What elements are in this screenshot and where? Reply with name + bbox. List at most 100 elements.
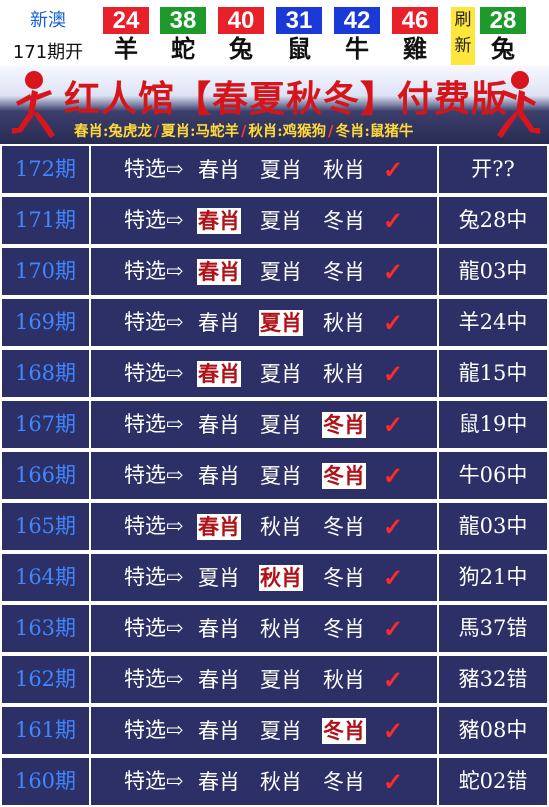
check-icon: ✓	[383, 461, 404, 490]
result-label: 羊24中	[458, 310, 528, 334]
pick-lead: 特选⇨	[124, 361, 184, 385]
pick-season: 冬肖	[322, 412, 366, 438]
pick-lead: 特选⇨	[124, 769, 184, 793]
check-icon: ✓	[383, 563, 404, 592]
check-icon: ✓	[383, 410, 404, 439]
check-icon: ✓	[383, 614, 404, 643]
pick-cell: 特选⇨ 春肖 夏肖 秋肖 ✓	[91, 146, 437, 193]
pick-season: 春肖	[198, 719, 240, 743]
season-winter: 冬肖:鼠猪牛	[335, 123, 414, 140]
pick-cell: 特选⇨ 春肖 夏肖 冬肖 ✓	[91, 452, 437, 499]
result-label: 兔28中	[458, 208, 528, 232]
ball-zodiac: 牛	[345, 35, 369, 63]
table-row: 164期 特选⇨ 夏肖 秋肖 冬肖 ✓ 狗21中	[0, 552, 549, 603]
issue-label: 167期	[14, 412, 77, 436]
pick-season: 春肖	[197, 259, 241, 285]
pick-cell: 特选⇨ 春肖 夏肖 冬肖 ✓	[91, 707, 437, 754]
table-row: 170期 特选⇨ 春肖 夏肖 冬肖 ✓ 龍03中	[0, 246, 549, 297]
result-label: 龍03中	[458, 514, 528, 538]
season-spring: 春肖:兔虎龙	[74, 123, 152, 140]
pick-line: 特选⇨ 春肖 夏肖 冬肖 ✓	[91, 707, 437, 754]
season-summer: 夏肖:马蛇羊	[161, 123, 240, 140]
check-icon: ✓	[383, 359, 404, 388]
ball-zodiac: 兔	[229, 35, 253, 63]
result-label: 龍03中	[458, 259, 528, 283]
check-icon: ✓	[383, 308, 404, 337]
check-icon: ✓	[383, 257, 404, 286]
result-cell: 龍03中	[439, 248, 547, 295]
issue-cell: 164期	[2, 554, 89, 601]
pick-cell: 特选⇨ 春肖 秋肖 冬肖 ✓	[91, 503, 437, 550]
pick-line: 特选⇨ 春肖 秋肖 冬肖 ✓	[91, 605, 437, 652]
pick-line: 特选⇨ 春肖 夏肖 秋肖 ✓	[91, 146, 437, 193]
pick-line: 特选⇨ 夏肖 秋肖 冬肖 ✓	[91, 554, 437, 601]
draw-ball: 24 羊	[103, 7, 149, 65]
issue-label: 160期	[14, 769, 77, 793]
pick-line: 特选⇨ 春肖 夏肖 冬肖 ✓	[91, 248, 437, 295]
result-cell: 龍15中	[439, 350, 547, 397]
draw-result-bar: 新澳 171期开 24 羊 38 蛇 40 兔 31 鼠 42 牛 46 雞 刷…	[0, 0, 549, 66]
pick-season: 冬肖	[323, 515, 365, 539]
pick-season: 春肖	[198, 311, 240, 335]
issue-cell: 165期	[2, 503, 89, 550]
pick-season: 夏肖	[260, 668, 302, 692]
pick-season: 秋肖	[260, 515, 302, 539]
ball-zodiac: 羊	[114, 35, 138, 63]
result-cell: 鼠19中	[439, 401, 547, 448]
table-row: 160期 特选⇨ 春肖 秋肖 冬肖 ✓ 蛇02错	[0, 756, 549, 807]
season-legend: 春肖:兔虎龙 / 夏肖:马蛇羊 / 秋肖:鸡猴狗 / 冬肖:鼠猪牛	[74, 120, 544, 141]
pick-season: 春肖	[197, 361, 241, 387]
issue-label: 164期	[14, 565, 77, 589]
pick-season: 夏肖	[259, 310, 303, 336]
issue-label: 163期	[14, 616, 77, 640]
ball-zodiac: 鼠	[287, 35, 311, 63]
pick-season: 秋肖	[259, 565, 303, 591]
pick-season: 春肖	[198, 464, 240, 488]
pick-lead: 特选⇨	[124, 565, 184, 589]
ball-number: 24	[103, 7, 149, 34]
issue-label: 171期	[14, 208, 77, 232]
lottery-name[interactable]: 新澳	[0, 6, 96, 32]
refresh-button[interactable]: 刷 新	[451, 7, 475, 65]
result-cell: 羊24中	[439, 299, 547, 346]
pick-lead: 特选⇨	[124, 514, 184, 538]
season-separator: /	[153, 123, 160, 140]
check-icon: ✓	[383, 206, 404, 235]
issue-cell: 169期	[2, 299, 89, 346]
pick-lead: 特选⇨	[124, 667, 184, 691]
pick-cell: 特选⇨ 春肖 夏肖 秋肖 ✓	[91, 299, 437, 346]
table-row: 167期 特选⇨ 春肖 夏肖 冬肖 ✓ 鼠19中	[0, 399, 549, 450]
draw-ball: 42 牛	[334, 7, 380, 65]
ball-number: 31	[276, 7, 322, 34]
pick-season: 夏肖	[260, 413, 302, 437]
check-icon: ✓	[383, 767, 404, 796]
result-label: 龍15中	[458, 361, 528, 385]
pick-season: 冬肖	[323, 209, 365, 233]
check-icon: ✓	[383, 155, 404, 184]
pick-lead: 特选⇨	[124, 157, 184, 181]
pick-lead: 特选⇨	[124, 310, 184, 334]
result-label: 蛇02错	[458, 769, 528, 793]
result-cell: 牛06中	[439, 452, 547, 499]
runner-icon	[12, 71, 55, 138]
table-row: 161期 特选⇨ 春肖 夏肖 冬肖 ✓ 豬08中	[0, 705, 549, 756]
issue-label: 161期	[14, 718, 77, 742]
pick-cell: 特选⇨ 春肖 秋肖 冬肖 ✓	[91, 605, 437, 652]
pick-lead: 特选⇨	[124, 412, 184, 436]
issue-label: 165期	[14, 514, 77, 538]
ball-number: 40	[218, 7, 264, 34]
check-icon: ✓	[383, 716, 404, 745]
ball-zodiac: 蛇	[171, 35, 195, 63]
ball-number: 28	[480, 7, 526, 34]
pick-lead: 特选⇨	[124, 208, 184, 232]
pick-lead: 特选⇨	[124, 259, 184, 283]
draw-ball: 38 蛇	[160, 7, 206, 65]
result-cell: 豬32错	[439, 656, 547, 703]
pick-cell: 特选⇨ 夏肖 秋肖 冬肖 ✓	[91, 554, 437, 601]
pick-cell: 特选⇨ 春肖 夏肖 秋肖 ✓	[91, 350, 437, 397]
pick-season: 秋肖	[323, 668, 365, 692]
pick-cell: 特选⇨ 春肖 夏肖 冬肖 ✓	[91, 401, 437, 448]
pick-season: 秋肖	[323, 311, 365, 335]
pick-season: 冬肖	[322, 463, 366, 489]
pick-season: 冬肖	[323, 770, 365, 794]
